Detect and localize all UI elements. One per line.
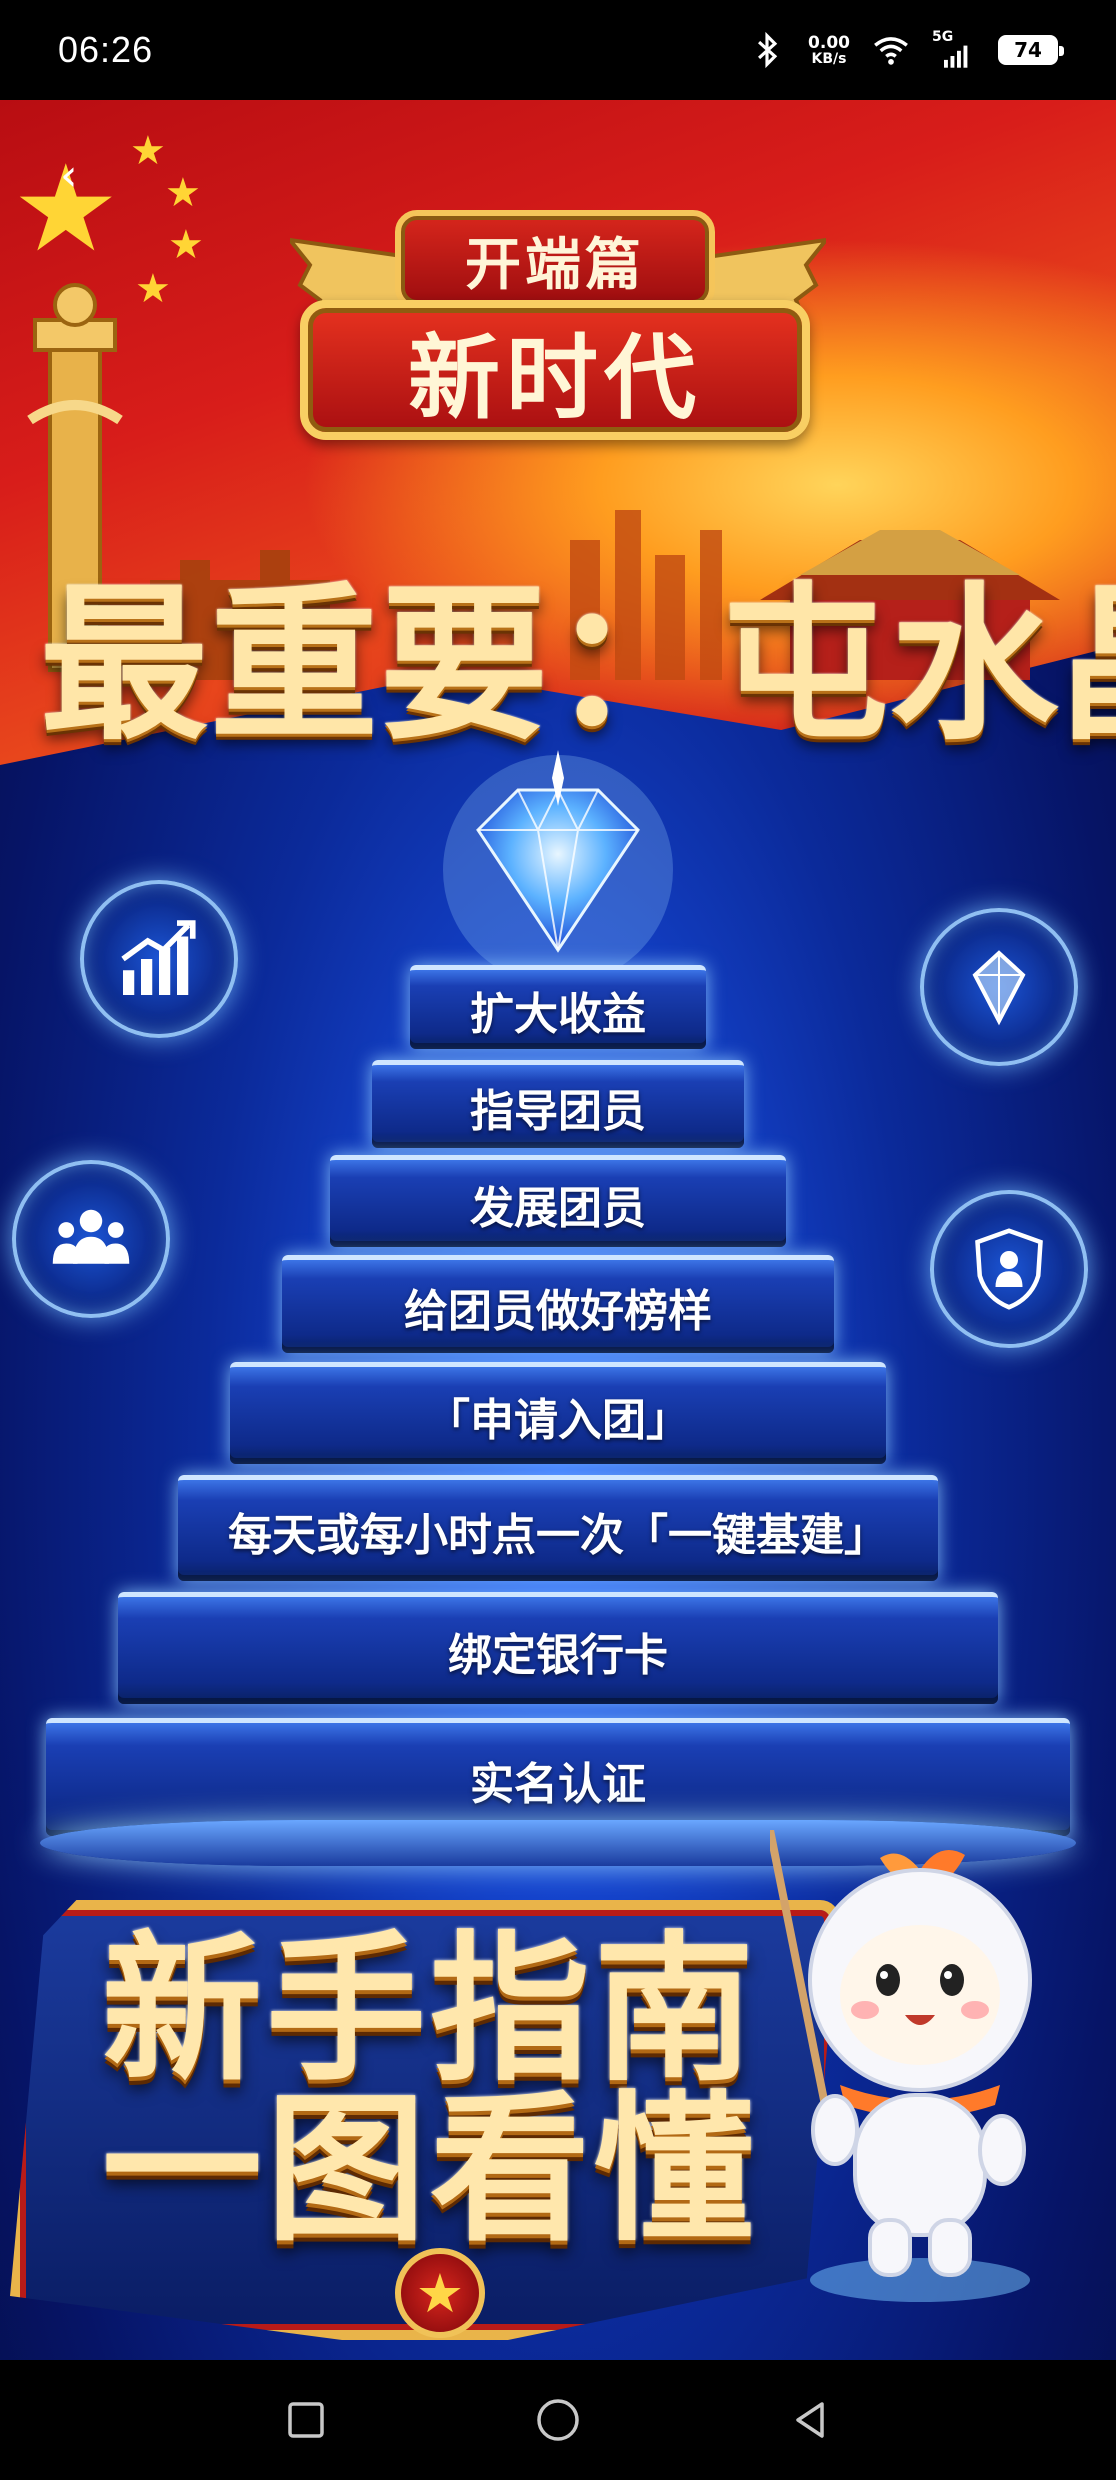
navigation-bar: [0, 2360, 1116, 2480]
step-set-example: 给团员做好榜样: [282, 1255, 834, 1353]
back-button[interactable]: ‹: [60, 150, 110, 210]
small-star-icon: ★: [130, 128, 166, 174]
crystal-icon: [920, 908, 1078, 1066]
banner-line-1: 新手指南: [101, 1916, 758, 2103]
step-bind-bank-card: 绑定银行卡: [118, 1592, 998, 1704]
poster-image: ★ ★ ★ ★ ★ ‹ 开端篇 新时代 最重要：屯水晶 扩大收益 指导团员 发展…: [0, 100, 1116, 2360]
diamond-icon: [443, 750, 673, 985]
network-speed-unit: KB/s: [811, 50, 847, 67]
step-one-click-build: 每天或每小时点一次「一键基建」: [178, 1475, 938, 1581]
banner-star-icon: ★: [395, 2248, 485, 2338]
recents-button[interactable]: [276, 2390, 336, 2450]
growth-chart-icon: [80, 880, 238, 1038]
bluetooth-icon: [758, 31, 778, 69]
home-button[interactable]: [528, 2390, 588, 2450]
triangle-back-icon: [796, 2402, 824, 2438]
headline: 最重要：屯水晶: [40, 567, 1116, 763]
battery-indicator: 74: [998, 35, 1064, 65]
small-star-icon: ★: [168, 222, 204, 268]
chapter-label: 开端篇: [395, 210, 715, 310]
small-star-icon: ★: [135, 266, 171, 312]
mascot-icon: [770, 1830, 1032, 2302]
step-apply-to-join: 「申请入团」: [230, 1362, 886, 1464]
cellular-signal: 5G: [932, 29, 976, 69]
circle-icon: [537, 2399, 579, 2441]
small-star-icon: ★: [165, 170, 201, 216]
banner-line-2: 一图看懂: [101, 2076, 758, 2263]
step-recruit-members: 发展团员: [330, 1155, 786, 1247]
step-expand-earnings: 扩大收益: [410, 965, 706, 1049]
square-icon: [288, 2402, 324, 2438]
team-icon: [12, 1160, 170, 1318]
nav-back-button[interactable]: [780, 2390, 840, 2450]
shield-team-icon: [930, 1190, 1088, 1348]
status-bar: 06:26 0.00 KB/s 5G 74: [0, 0, 1116, 100]
status-icons: 0.00 KB/s 5G 74: [748, 29, 1064, 69]
network-speed: 0.00 KB/s: [808, 32, 850, 67]
step-guide-members: 指导团员: [372, 1060, 744, 1148]
step-identity-verification: 实名认证: [46, 1718, 1070, 1836]
network-speed-value: 0.00: [808, 32, 850, 53]
status-time: 06:26: [58, 29, 154, 70]
signal-bars-icon: [944, 45, 968, 68]
era-label: 新时代: [300, 300, 810, 440]
wifi-icon: [874, 37, 908, 65]
